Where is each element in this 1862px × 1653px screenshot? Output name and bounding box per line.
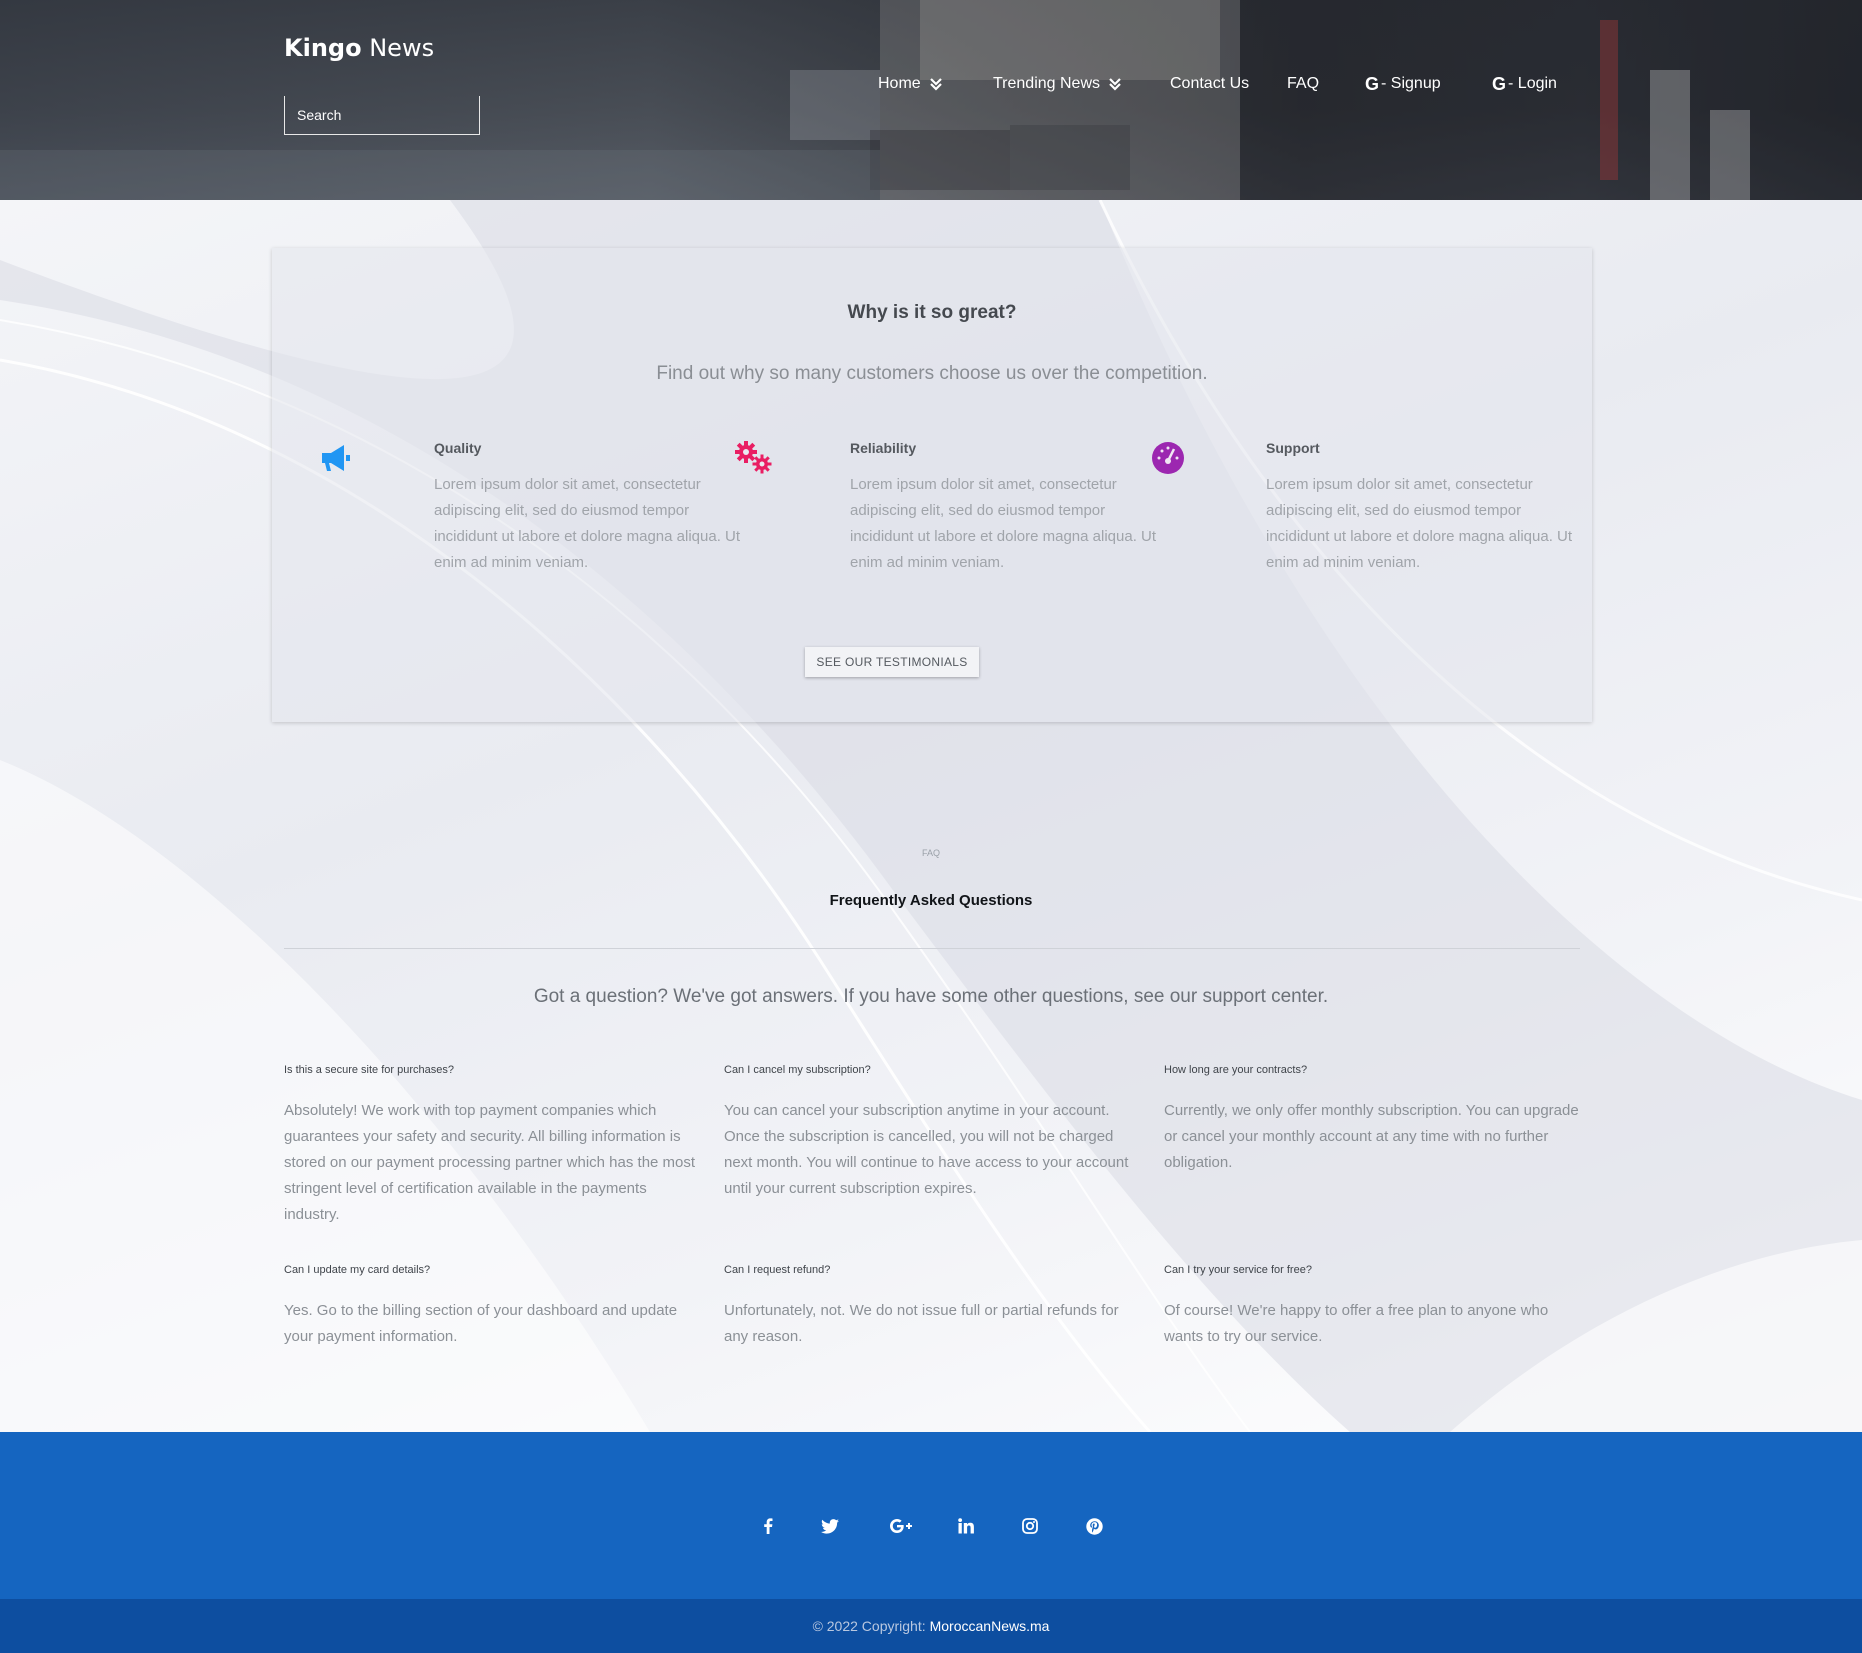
faq-answer: You can cancel your subscription anytime…: [724, 1102, 1129, 1197]
faq-question: Can I try your service for free?: [1164, 1264, 1312, 1276]
logo-regular: News: [369, 34, 435, 62]
copyright-bar: © 2022 Copyright: MoroccanNews.ma: [0, 1599, 1862, 1653]
faq-item: Is this a secure site for purchases? Abs…: [284, 1064, 704, 1228]
nav-faq-label: FAQ: [1287, 75, 1320, 92]
hero-background-image: [0, 0, 1862, 200]
faq-item: Can I request refund? Unfortunately, not…: [724, 1264, 1144, 1350]
feature-text: Lorem ipsum dolor sit amet, consectetur …: [434, 476, 741, 571]
faq-item: How long are your contracts? Currently, …: [1164, 1064, 1584, 1176]
gears-icon: [735, 441, 772, 474]
twitter-icon[interactable]: [818, 1514, 842, 1538]
facebook-icon[interactable]: [756, 1514, 780, 1538]
nav-home[interactable]: Home: [878, 72, 943, 96]
google-icon: G: [1492, 73, 1507, 94]
faq-answer: Of course! We're happy to offer a free p…: [1164, 1302, 1549, 1345]
see-testimonials-button[interactable]: SEE OUR TESTIMONIALS: [805, 647, 979, 677]
faq-question: Can I cancel my subscription?: [724, 1064, 871, 1076]
nav-faq[interactable]: FAQ: [1287, 72, 1319, 96]
main-content: Why is it so great? Find out why so many…: [0, 200, 1862, 1432]
search-input[interactable]: [284, 96, 480, 135]
faq-question: Is this a secure site for purchases?: [284, 1064, 454, 1076]
hero-header: Kingo News Home Trending News Contact Us…: [0, 0, 1862, 200]
nav-trending-news[interactable]: Trending News: [993, 72, 1122, 96]
feature-title: Quality: [434, 440, 482, 456]
faq-item: Can I cancel my subscription? You can ca…: [724, 1064, 1144, 1202]
site-logo[interactable]: Kingo News: [284, 34, 434, 62]
copyright-link[interactable]: MoroccanNews.ma: [930, 1618, 1050, 1634]
double-chevron-down-icon: [929, 78, 942, 91]
divider: [284, 948, 1580, 949]
faq-item: Can I update my card details? Yes. Go to…: [284, 1264, 704, 1350]
nav-home-label: Home: [878, 75, 921, 92]
linkedin-icon[interactable]: [954, 1514, 978, 1538]
faq-answer: Currently, we only offer monthly subscri…: [1164, 1102, 1579, 1171]
google-icon: G: [1365, 73, 1380, 94]
features-title: Why is it so great?: [847, 302, 1017, 323]
faq-question: Can I request refund?: [724, 1264, 831, 1276]
nav-contact-us[interactable]: Contact Us: [1170, 72, 1249, 96]
faq-answer: Unfortunately, not. We do not issue full…: [724, 1302, 1119, 1345]
faq-item: Can I try your service for free? Of cour…: [1164, 1264, 1584, 1350]
double-chevron-down-icon: [1109, 78, 1121, 91]
faq-subtitle: Got a question? We've got answers. If yo…: [533, 986, 1329, 1007]
faq-answer: Yes. Go to the billing section of your d…: [284, 1302, 678, 1345]
faq-title: Frequently Asked Questions: [829, 892, 1033, 909]
nav-login[interactable]: G - Login: [1492, 72, 1557, 96]
nav-signup[interactable]: G - Signup: [1365, 72, 1441, 96]
footer: [0, 1432, 1862, 1599]
instagram-icon[interactable]: [1018, 1514, 1042, 1538]
feature-text: Lorem ipsum dolor sit amet, consectetur …: [1266, 476, 1573, 571]
megaphone-icon: [322, 445, 350, 471]
feature-title: Support: [1266, 440, 1320, 456]
nav-signup-label: - Signup: [1381, 75, 1441, 92]
nav-contact-label: Contact Us: [1170, 75, 1250, 92]
features-subtitle: Find out why so many customers choose us…: [656, 363, 1208, 384]
speedometer-icon: [1152, 442, 1184, 474]
nav-login-label: - Login: [1508, 75, 1557, 92]
faq-answer: Absolutely! We work with top payment com…: [284, 1102, 696, 1223]
nav-trending-label: Trending News: [993, 75, 1101, 92]
copyright-text: © 2022 Copyright:: [812, 1618, 926, 1634]
feature-title: Reliability: [850, 440, 917, 456]
features-card: Why is it so great? Find out why so many…: [272, 248, 1592, 722]
pinterest-icon[interactable]: [1082, 1514, 1106, 1538]
faq-question: How long are your contracts?: [1164, 1064, 1308, 1076]
faq-question: Can I update my card details?: [284, 1264, 431, 1276]
logo-bold: Kingo: [284, 34, 362, 62]
feature-text: Lorem ipsum dolor sit amet, consectetur …: [850, 476, 1157, 571]
google-plus-icon[interactable]: [886, 1514, 916, 1538]
faq-label: FAQ: [921, 848, 940, 858]
